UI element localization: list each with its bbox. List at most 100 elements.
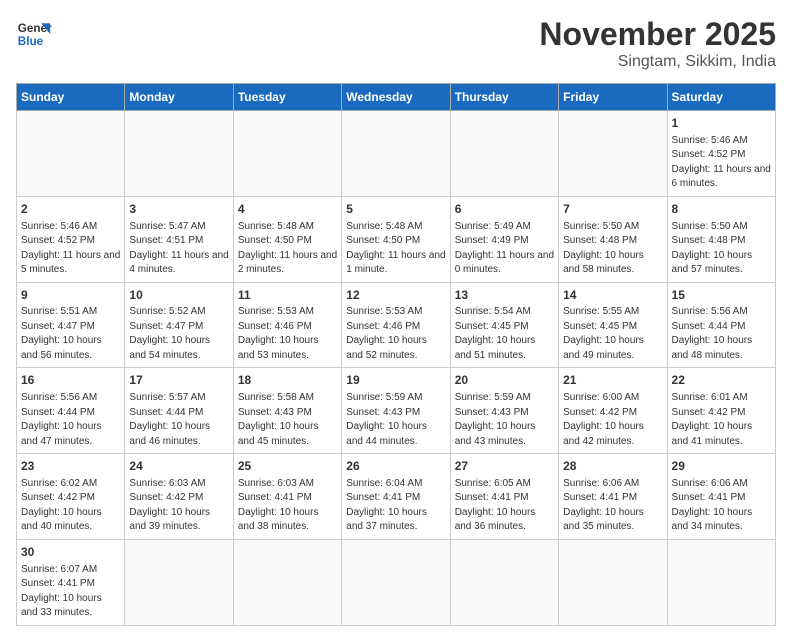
table-row: 24 Sunrise: 6:03 AM Sunset: 4:42 PM Dayli… bbox=[125, 454, 233, 540]
day-number: 8 bbox=[672, 201, 771, 218]
day-info: Sunrise: 5:52 AM Sunset: 4:47 PM Dayligh… bbox=[129, 305, 228, 363]
calendar-table: Sunday Monday Tuesday Wednesday Thursday… bbox=[16, 83, 776, 626]
day-info: Sunrise: 5:56 AM Sunset: 4:44 PM Dayligh… bbox=[672, 305, 771, 363]
table-row: 12Sunrise: 5:53 AM Sunset: 4:46 PM Dayli… bbox=[342, 282, 450, 368]
table-row: 30 Sunrise: 6:07 AM Sunset: 4:41 PM Dayli… bbox=[17, 539, 125, 625]
table-row bbox=[342, 539, 450, 625]
day-number: 25 bbox=[238, 458, 337, 475]
table-row bbox=[125, 111, 233, 197]
table-row: 19 Sunrise: 5:59 AM Sunset: 4:43 PM Dayli… bbox=[342, 368, 450, 454]
day-info: Sunrise: 6:04 AM Sunset: 4:41 PM Dayligh… bbox=[346, 477, 445, 535]
table-row: 5Sunrise: 5:48 AM Sunset: 4:50 PM Daylig… bbox=[342, 196, 450, 282]
header-thursday: Thursday bbox=[450, 84, 558, 111]
day-number: 15 bbox=[672, 287, 771, 304]
table-row: 8 Sunrise: 5:50 AM Sunset: 4:48 PM Daylig… bbox=[667, 196, 775, 282]
table-row: 20Sunrise: 5:59 AM Sunset: 4:43 PM Dayli… bbox=[450, 368, 558, 454]
table-row: 23 Sunrise: 6:02 AM Sunset: 4:42 PM Dayli… bbox=[17, 454, 125, 540]
table-row: 29Sunrise: 6:06 AM Sunset: 4:41 PM Dayli… bbox=[667, 454, 775, 540]
table-row: 16 Sunrise: 5:56 AM Sunset: 4:44 PM Dayli… bbox=[17, 368, 125, 454]
table-row: 1 Sunrise: 5:46 AM Sunset: 4:52 PM Daylig… bbox=[667, 111, 775, 197]
day-number: 17 bbox=[129, 372, 228, 389]
day-number: 10 bbox=[129, 287, 228, 304]
day-number: 18 bbox=[238, 372, 337, 389]
header-monday: Monday bbox=[125, 84, 233, 111]
day-number: 5 bbox=[346, 201, 445, 218]
table-row: 13Sunrise: 5:54 AM Sunset: 4:45 PM Dayli… bbox=[450, 282, 558, 368]
day-number: 1 bbox=[672, 115, 771, 132]
table-row: 27 Sunrise: 6:05 AM Sunset: 4:41 PM Dayli… bbox=[450, 454, 558, 540]
calendar-row: 9Sunrise: 5:51 AM Sunset: 4:47 PM Daylig… bbox=[17, 282, 776, 368]
day-info: Sunrise: 5:57 AM Sunset: 4:44 PM Dayligh… bbox=[129, 391, 228, 449]
table-row: 4Sunrise: 5:48 AM Sunset: 4:50 PM Daylig… bbox=[233, 196, 341, 282]
table-row: 21Sunrise: 6:00 AM Sunset: 4:42 PM Dayli… bbox=[559, 368, 667, 454]
day-info: Sunrise: 6:06 AM Sunset: 4:41 PM Dayligh… bbox=[563, 477, 662, 535]
day-info: Sunrise: 6:03 AM Sunset: 4:41 PM Dayligh… bbox=[238, 477, 337, 535]
table-row: 7Sunrise: 5:50 AM Sunset: 4:48 PM Daylig… bbox=[559, 196, 667, 282]
day-info: Sunrise: 5:55 AM Sunset: 4:45 PM Dayligh… bbox=[563, 305, 662, 363]
day-info: Sunrise: 5:53 AM Sunset: 4:46 PM Dayligh… bbox=[238, 305, 337, 363]
day-info: Sunrise: 6:07 AM Sunset: 4:41 PM Dayligh… bbox=[21, 563, 120, 621]
table-row: 14Sunrise: 5:55 AM Sunset: 4:45 PM Dayli… bbox=[559, 282, 667, 368]
day-info: Sunrise: 6:05 AM Sunset: 4:41 PM Dayligh… bbox=[455, 477, 554, 535]
day-info: Sunrise: 5:56 AM Sunset: 4:44 PM Dayligh… bbox=[21, 391, 120, 449]
day-number: 19 bbox=[346, 372, 445, 389]
table-row: 6 Sunrise: 5:49 AM Sunset: 4:49 PM Daylig… bbox=[450, 196, 558, 282]
day-info: Sunrise: 5:49 AM Sunset: 4:49 PM Dayligh… bbox=[455, 220, 554, 278]
day-info: Sunrise: 5:51 AM Sunset: 4:47 PM Dayligh… bbox=[21, 305, 120, 363]
table-row: 15Sunrise: 5:56 AM Sunset: 4:44 PM Dayli… bbox=[667, 282, 775, 368]
day-number: 26 bbox=[346, 458, 445, 475]
day-info: Sunrise: 5:58 AM Sunset: 4:43 PM Dayligh… bbox=[238, 391, 337, 449]
day-info: Sunrise: 5:53 AM Sunset: 4:46 PM Dayligh… bbox=[346, 305, 445, 363]
day-number: 28 bbox=[563, 458, 662, 475]
day-info: Sunrise: 5:59 AM Sunset: 4:43 PM Dayligh… bbox=[455, 391, 554, 449]
day-number: 2 bbox=[21, 201, 120, 218]
day-number: 27 bbox=[455, 458, 554, 475]
day-info: Sunrise: 5:46 AM Sunset: 4:52 PM Dayligh… bbox=[672, 134, 771, 192]
day-info: Sunrise: 5:48 AM Sunset: 4:50 PM Dayligh… bbox=[238, 220, 337, 278]
logo-icon: General Blue bbox=[16, 16, 52, 52]
day-number: 6 bbox=[455, 201, 554, 218]
day-number: 12 bbox=[346, 287, 445, 304]
table-row bbox=[667, 539, 775, 625]
day-number: 3 bbox=[129, 201, 228, 218]
day-number: 11 bbox=[238, 287, 337, 304]
day-info: Sunrise: 5:54 AM Sunset: 4:45 PM Dayligh… bbox=[455, 305, 554, 363]
day-info: Sunrise: 6:02 AM Sunset: 4:42 PM Dayligh… bbox=[21, 477, 120, 535]
day-info: Sunrise: 5:50 AM Sunset: 4:48 PM Dayligh… bbox=[563, 220, 662, 278]
day-info: Sunrise: 5:59 AM Sunset: 4:43 PM Dayligh… bbox=[346, 391, 445, 449]
day-info: Sunrise: 6:03 AM Sunset: 4:42 PM Dayligh… bbox=[129, 477, 228, 535]
weekday-header-row: Sunday Monday Tuesday Wednesday Thursday… bbox=[17, 84, 776, 111]
day-info: Sunrise: 5:50 AM Sunset: 4:48 PM Dayligh… bbox=[672, 220, 771, 278]
day-number: 21 bbox=[563, 372, 662, 389]
header-wednesday: Wednesday bbox=[342, 84, 450, 111]
day-number: 14 bbox=[563, 287, 662, 304]
table-row: 2 Sunrise: 5:46 AM Sunset: 4:52 PM Daylig… bbox=[17, 196, 125, 282]
calendar-row: 23 Sunrise: 6:02 AM Sunset: 4:42 PM Dayli… bbox=[17, 454, 776, 540]
table-row: 9Sunrise: 5:51 AM Sunset: 4:47 PM Daylig… bbox=[17, 282, 125, 368]
day-number: 23 bbox=[21, 458, 120, 475]
table-row: 11Sunrise: 5:53 AM Sunset: 4:46 PM Dayli… bbox=[233, 282, 341, 368]
table-row bbox=[125, 539, 233, 625]
day-info: Sunrise: 6:01 AM Sunset: 4:42 PM Dayligh… bbox=[672, 391, 771, 449]
table-row: 3 Sunrise: 5:47 AM Sunset: 4:51 PM Daylig… bbox=[125, 196, 233, 282]
table-row bbox=[233, 111, 341, 197]
table-row: 18 Sunrise: 5:58 AM Sunset: 4:43 PM Dayli… bbox=[233, 368, 341, 454]
table-row bbox=[233, 539, 341, 625]
calendar-row: 30 Sunrise: 6:07 AM Sunset: 4:41 PM Dayli… bbox=[17, 539, 776, 625]
day-info: Sunrise: 5:46 AM Sunset: 4:52 PM Dayligh… bbox=[21, 220, 120, 278]
day-info: Sunrise: 5:47 AM Sunset: 4:51 PM Dayligh… bbox=[129, 220, 228, 278]
table-row bbox=[559, 111, 667, 197]
logo: General Blue bbox=[16, 16, 52, 52]
day-number: 9 bbox=[21, 287, 120, 304]
day-number: 13 bbox=[455, 287, 554, 304]
table-row bbox=[559, 539, 667, 625]
day-number: 16 bbox=[21, 372, 120, 389]
day-number: 24 bbox=[129, 458, 228, 475]
svg-text:Blue: Blue bbox=[18, 35, 44, 48]
day-number: 22 bbox=[672, 372, 771, 389]
header-saturday: Saturday bbox=[667, 84, 775, 111]
day-number: 30 bbox=[21, 544, 120, 561]
page-header: General Blue November 2025 Singtam, Sikk… bbox=[16, 16, 776, 71]
calendar-title: November 2025 bbox=[539, 16, 776, 53]
table-row: 25 Sunrise: 6:03 AM Sunset: 4:41 PM Dayli… bbox=[233, 454, 341, 540]
